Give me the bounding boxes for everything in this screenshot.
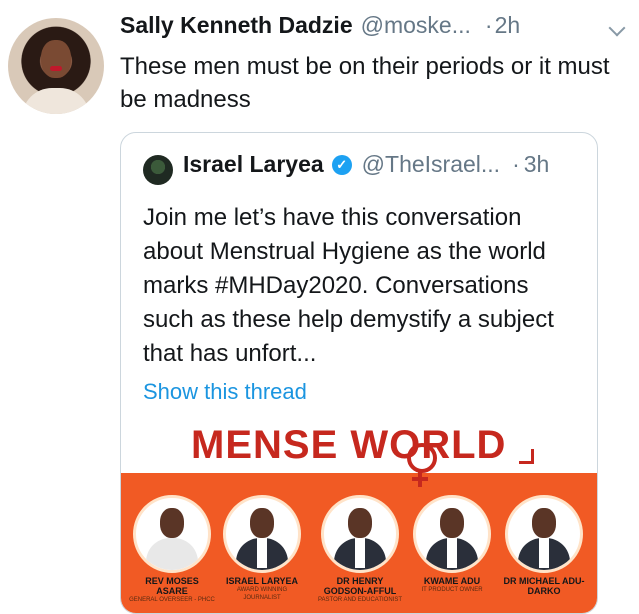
guest-portrait (223, 495, 301, 573)
guest-name: KWAME ADU (423, 576, 481, 586)
guest-role: PASTOR AND EDUCATIONIST (317, 597, 402, 603)
author-handle[interactable]: @moske... (361, 12, 471, 39)
quoted-author-name[interactable]: Israel Laryea (183, 151, 324, 178)
guest-card: KWAME ADU IT PRODUCT OWNER (409, 495, 495, 594)
guest-name: ISRAEL LARYEA (225, 576, 298, 586)
guest-name: DR HENRY GODSON-AFFUL (323, 576, 397, 596)
guest-portrait (321, 495, 399, 573)
guest-portrait (413, 495, 491, 573)
quoted-author-handle[interactable]: @TheIsrael... (362, 151, 500, 178)
quoted-tweet-text: Join me let’s have this conversation abo… (143, 204, 554, 367)
chevron-down-icon[interactable] (608, 19, 626, 37)
venus-symbol-icon (407, 443, 437, 473)
guest-head (160, 508, 184, 538)
quoted-tweet-card[interactable]: Israel Laryea ✓ @TheIsrael... · 3h Join … (120, 132, 598, 614)
quoted-tweet-time[interactable]: 3h (524, 151, 550, 178)
guest-shirt (355, 538, 365, 568)
quoted-author-avatar[interactable] (143, 155, 173, 185)
corner-bracket-icon (519, 449, 534, 464)
guest-role: AWARD WINNING JOURNALIST (236, 587, 288, 601)
guest-head (348, 508, 372, 538)
venus-symbol-bar (412, 477, 428, 481)
tweet-text: These men must be on their periods or it… (120, 53, 610, 113)
verified-badge-icon: ✓ (331, 154, 352, 175)
guest-name: DR MICHAEL ADU-DARKO (503, 576, 585, 596)
guest-torso (146, 538, 198, 570)
guest-shirt (447, 538, 457, 568)
guest-card: REV MOSES ASARE GENERAL OVERSEER - PHCC (129, 495, 215, 604)
show-thread-link[interactable]: Show this thread (143, 379, 307, 405)
guest-head (440, 508, 464, 538)
guest-shirt (539, 538, 549, 568)
author-avatar[interactable] (8, 18, 104, 114)
author-name[interactable]: Sally Kenneth Dadzie (120, 12, 353, 39)
avatar-face (41, 40, 71, 78)
tweet-header: Sally Kenneth Dadzie @moske... · 2h (120, 12, 609, 42)
guest-shirt (257, 538, 267, 568)
guest-card: DR MICHAEL ADU-DARKO (501, 495, 587, 596)
tweet-time[interactable]: 2h (495, 12, 521, 39)
guest-name: REV MOSES ASARE (145, 576, 199, 596)
separator-dot: · (484, 12, 493, 38)
guest-card: ISRAEL LARYEA AWARD WINNING JOURNALIST (219, 495, 305, 602)
avatar-body (22, 88, 90, 114)
poster-title: MENSE WORLD (191, 423, 507, 467)
quoted-tweet-header: Israel Laryea ✓ @TheIsrael... · 3h (183, 151, 549, 178)
guest-portrait (505, 495, 583, 573)
guest-role: IT PRODUCT OWNER (421, 587, 483, 593)
guest-head (250, 508, 274, 538)
quoted-separator-dot: · (512, 151, 520, 177)
guest-head (532, 508, 556, 538)
event-poster-image[interactable]: MENSE WORLD REV MOSES ASARE GENERAL OVER… (121, 423, 597, 613)
guest-role: GENERAL OVERSEER - PHCC (129, 597, 215, 603)
avatar-lips (50, 66, 62, 71)
guest-portrait (133, 495, 211, 573)
guest-card: DR HENRY GODSON-AFFUL PASTOR AND EDUCATI… (317, 495, 403, 604)
